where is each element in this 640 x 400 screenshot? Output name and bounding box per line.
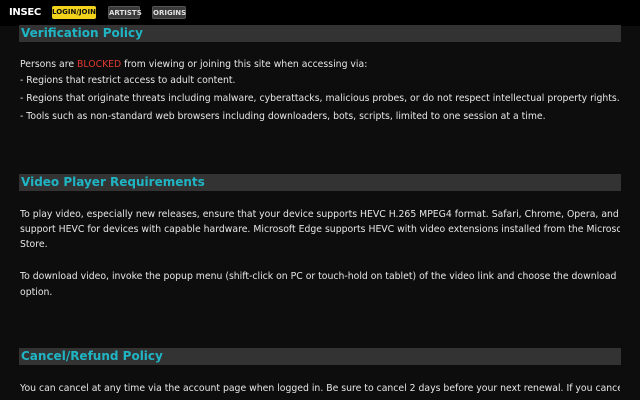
verification-item-regions-threats: - Regions that originate threats includi… xyxy=(20,93,620,104)
top-nav-bar: INSEC LOGIN/JOIN ARTISTS ORIGINS xyxy=(0,0,640,26)
verification-intro: Persons are BLOCKED from viewing or join… xyxy=(20,57,620,72)
video-p1-line2: support HEVC for devices with capable ha… xyxy=(20,224,620,235)
cancel-refund-policy-heading: Cancel/Refund Policy xyxy=(19,348,621,365)
origins-button[interactable]: ORIGINS xyxy=(152,6,186,19)
verification-item-regions-adult: - Regions that restrict access to adult … xyxy=(20,75,236,86)
video-player-requirements-heading: Video Player Requirements xyxy=(19,174,621,191)
video-p1-line3: Store. xyxy=(20,239,48,250)
blocked-label: BLOCKED xyxy=(77,59,122,70)
cancel-p1-line1: You can cancel at any time via the accou… xyxy=(20,383,620,394)
site-logo[interactable]: INSEC xyxy=(9,7,41,18)
verification-item-tools: - Tools such as non-standard web browser… xyxy=(20,111,546,122)
artists-button[interactable]: ARTISTS xyxy=(108,6,142,19)
intro-after: from viewing or joining this site when a… xyxy=(121,59,368,70)
video-p1-line1: To play video, especially new releases, … xyxy=(20,209,620,220)
verification-policy-heading: Verification Policy xyxy=(19,25,621,42)
intro-before: Persons are xyxy=(20,59,78,70)
video-p2-line1: To download video, invoke the popup menu… xyxy=(20,271,617,282)
login-join-button[interactable]: LOGIN/JOIN xyxy=(52,6,96,19)
video-p2-line2: option. xyxy=(20,287,53,298)
